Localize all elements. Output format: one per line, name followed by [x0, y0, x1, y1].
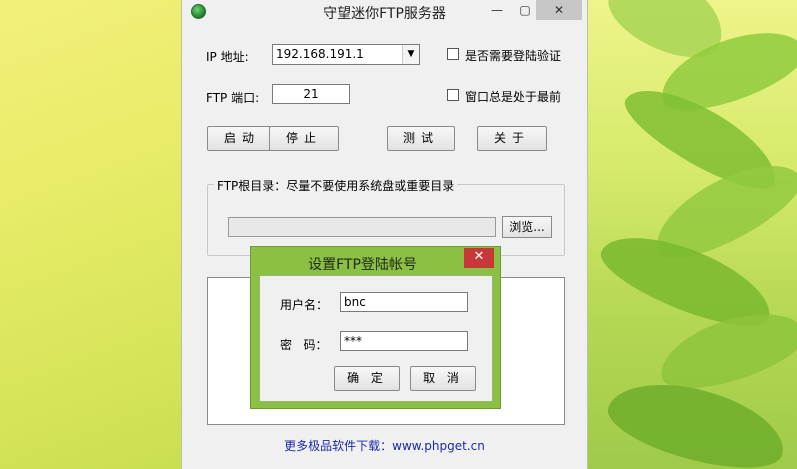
desktop-wallpaper — [587, 0, 797, 469]
maximize-button[interactable]: ▢ — [511, 0, 539, 20]
ok-button[interactable]: 确 定 — [334, 366, 400, 391]
always-on-top-label: 窗口总是处于最前 — [465, 90, 562, 104]
dialog-body: 用户名： bnc 密 码： *** 确 定 取 消 — [259, 275, 493, 402]
browse-button[interactable]: 浏览... — [502, 216, 552, 238]
website-link[interactable]: 更多极品软件下载：www.phpget.cn — [182, 437, 587, 454]
ftp-root-title: FTP根目录：尽量不要使用系统盘或重要目录 — [214, 177, 458, 194]
minimize-button[interactable]: — — [483, 0, 511, 20]
title-bar[interactable]: 守望迷你FTP服务器 — ▢ ✕ — [182, 0, 587, 24]
require-login-checkbox[interactable] — [447, 48, 459, 60]
ftp-root-path-field[interactable] — [228, 217, 496, 237]
close-button[interactable]: ✕ — [536, 0, 582, 20]
dialog-title: 设置FTP登陆帐号 — [308, 257, 417, 273]
username-label: 用户名： — [280, 298, 329, 312]
dropdown-arrow-icon[interactable]: ▼ — [402, 45, 419, 64]
ip-address-select[interactable]: 192.168.191.1 ▼ — [272, 44, 420, 65]
username-input[interactable]: bnc — [340, 292, 468, 312]
about-button[interactable]: 关于 — [477, 126, 547, 151]
ftp-port-label: FTP 端口: — [206, 91, 260, 105]
ftp-port-input[interactable]: 21 — [272, 84, 350, 104]
ip-address-value: 192.168.191.1 — [276, 47, 364, 61]
password-input[interactable]: *** — [340, 331, 468, 351]
require-login-label: 是否需要登陆验证 — [465, 49, 562, 63]
ip-address-label: IP 地址: — [206, 50, 249, 64]
cancel-button[interactable]: 取 消 — [410, 366, 476, 391]
start-button[interactable]: 启动 — [207, 126, 277, 151]
test-button[interactable]: 测试 — [387, 126, 455, 151]
password-label: 密 码： — [280, 338, 328, 352]
dialog-close-button[interactable]: ✕ — [464, 248, 494, 268]
stop-button[interactable]: 停止 — [269, 126, 339, 151]
always-on-top-checkbox[interactable] — [447, 89, 459, 101]
login-account-dialog: 设置FTP登陆帐号 ✕ 用户名： bnc 密 码： *** 确 定 取 消 — [250, 246, 501, 409]
